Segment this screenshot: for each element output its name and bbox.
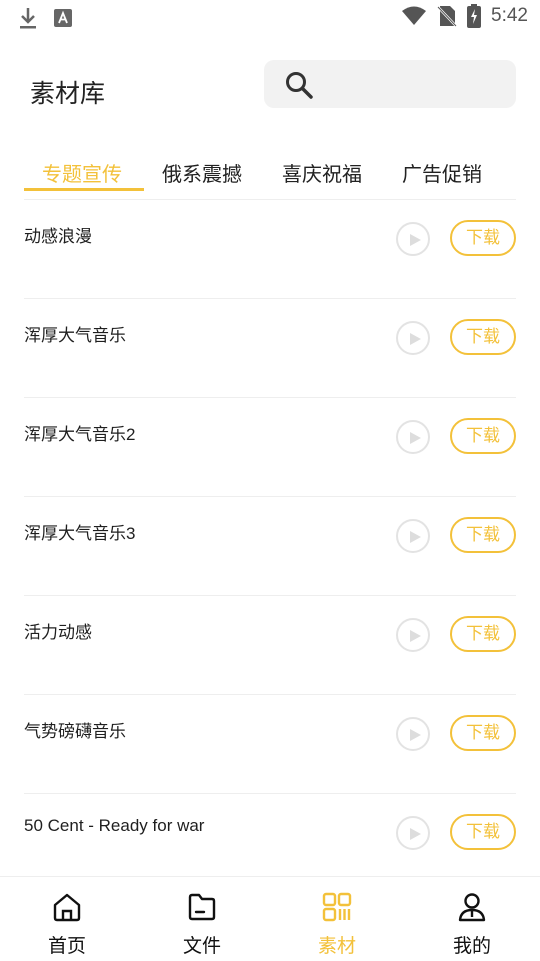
download-button[interactable]: 下载	[450, 418, 516, 454]
play-button[interactable]	[396, 717, 430, 751]
status-time: 5:42	[491, 5, 528, 26]
page-title: 素材库	[30, 79, 106, 108]
play-icon	[410, 828, 421, 840]
play-button[interactable]	[396, 420, 430, 454]
play-button[interactable]	[396, 222, 430, 256]
play-button[interactable]	[396, 618, 430, 652]
font-a-icon	[54, 9, 72, 27]
tab-indicator	[24, 188, 144, 191]
nav-home[interactable]: 首页	[17, 877, 117, 961]
list-item: 活力动感 下载	[0, 596, 540, 695]
user-icon	[458, 893, 486, 922]
download-button[interactable]: 下载	[450, 517, 516, 553]
no-sim-icon	[437, 6, 457, 27]
play-button[interactable]	[396, 816, 430, 850]
play-icon	[410, 234, 421, 246]
battery-icon	[467, 4, 482, 28]
list-item: 浑厚大气音乐3 下载	[0, 497, 540, 596]
item-title: 50 Cent - Ready for war	[24, 816, 205, 835]
tab-zhuanti[interactable]: 专题宣传	[42, 158, 122, 190]
nav-label: 我的	[452, 935, 491, 957]
item-title: 浑厚大气音乐	[24, 326, 126, 345]
download-button[interactable]: 下载	[450, 319, 516, 355]
nav-materials[interactable]: 素材	[287, 877, 387, 961]
play-icon	[410, 729, 421, 741]
nav-label: 文件	[182, 935, 221, 957]
play-icon	[410, 630, 421, 642]
tab-guanggao[interactable]: 广告促销	[402, 158, 482, 190]
item-title: 浑厚大气音乐3	[24, 524, 136, 543]
download-icon	[20, 8, 36, 29]
play-icon	[410, 333, 421, 345]
download-button[interactable]: 下载	[450, 814, 516, 850]
category-tabs: 专题宣传 俄系震撼 喜庆祝福 广告促销	[24, 158, 524, 192]
download-button[interactable]: 下载	[450, 715, 516, 751]
play-button[interactable]	[396, 519, 430, 553]
list-item: 动感浪漫 下载	[0, 200, 540, 299]
bottom-nav: 首页 文件 素材 我的	[0, 876, 540, 961]
search-icon	[286, 72, 313, 99]
nav-profile[interactable]: 我的	[422, 877, 522, 961]
nav-files[interactable]: 文件	[152, 877, 252, 961]
list-item: 浑厚大气音乐 下载	[0, 299, 540, 398]
item-title: 浑厚大气音乐2	[24, 425, 136, 444]
play-icon	[410, 432, 421, 444]
nav-label: 素材	[317, 935, 356, 957]
play-icon	[410, 531, 421, 543]
nav-label: 首页	[47, 935, 86, 957]
folder-icon	[188, 893, 216, 921]
search-input[interactable]	[264, 60, 516, 108]
item-title: 气势磅礴音乐	[24, 722, 126, 741]
item-title: 活力动感	[24, 623, 92, 642]
list-item: 浑厚大气音乐2 下载	[0, 398, 540, 497]
list-item: 气势磅礴音乐 下载	[0, 695, 540, 794]
download-button[interactable]: 下载	[450, 616, 516, 652]
wifi-icon	[402, 6, 427, 25]
home-icon	[53, 893, 81, 922]
status-bar: 5:42	[0, 0, 540, 36]
qr-grid-icon	[322, 892, 352, 922]
play-button[interactable]	[396, 321, 430, 355]
tab-eixi[interactable]: 俄系震撼	[162, 158, 242, 190]
download-button[interactable]: 下载	[450, 220, 516, 256]
tab-xiqing[interactable]: 喜庆祝福	[282, 158, 362, 190]
item-title: 动感浪漫	[24, 227, 92, 246]
